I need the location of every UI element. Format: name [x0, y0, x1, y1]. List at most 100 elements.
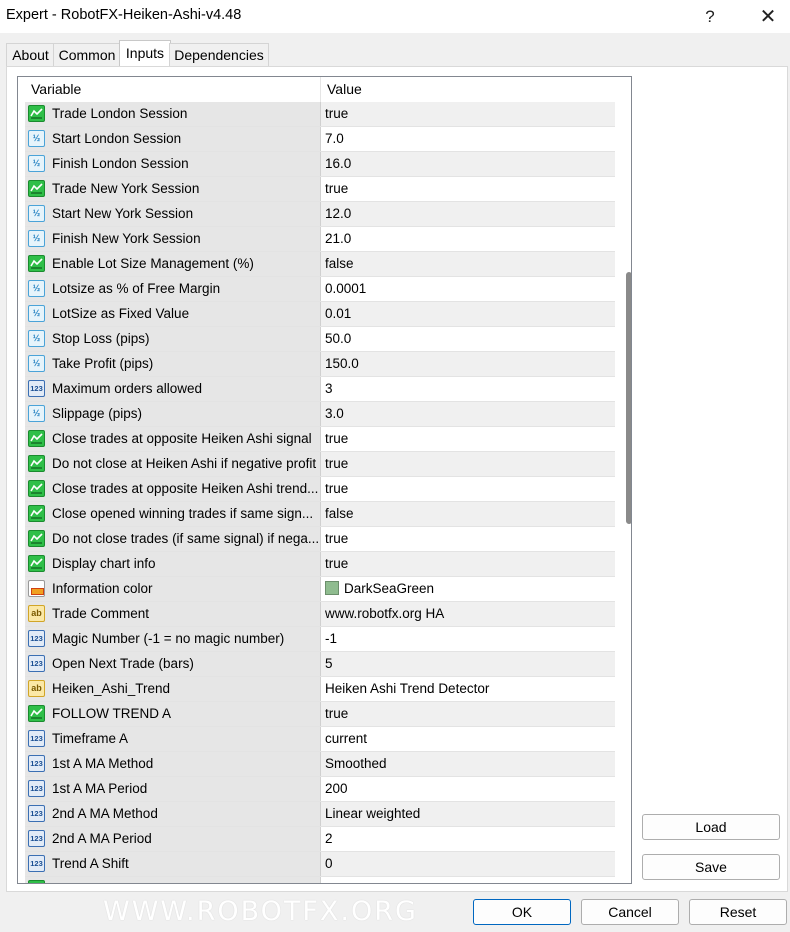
variable-cell[interactable]: Enable Lot Size Management (%): [25, 252, 321, 276]
variable-cell[interactable]: ½ Finish New York Session: [25, 227, 321, 251]
variable-cell[interactable]: [25, 877, 321, 883]
variable-cell[interactable]: ½ Finish London Session: [25, 152, 321, 176]
value-cell[interactable]: Smoothed: [321, 752, 615, 776]
scrollbar-thumb[interactable]: [626, 272, 631, 524]
table-row[interactable]: 123 Magic Number (-1 = no magic number) -1: [25, 627, 615, 652]
table-row[interactable]: Close trades at opposite Heiken Ashi sig…: [25, 427, 615, 452]
cancel-button[interactable]: Cancel: [581, 899, 679, 925]
variable-cell[interactable]: Close trades at opposite Heiken Ashi tre…: [25, 477, 321, 501]
table-row[interactable]: 123 1st A MA Method Smoothed: [25, 752, 615, 777]
value-cell[interactable]: 50.0: [321, 327, 615, 351]
value-cell[interactable]: 3: [321, 377, 615, 401]
table-row[interactable]: FOLLOW TREND A true: [25, 702, 615, 727]
variable-cell[interactable]: Information color: [25, 577, 321, 601]
table-row[interactable]: ½ Finish New York Session 21.0: [25, 227, 615, 252]
save-button[interactable]: Save: [642, 854, 780, 880]
table-row[interactable]: [25, 877, 615, 883]
value-cell[interactable]: true: [321, 702, 615, 726]
table-row[interactable]: Do not close at Heiken Ashi if negative …: [25, 452, 615, 477]
close-button[interactable]: ✕: [746, 0, 790, 33]
variable-cell[interactable]: Close opened winning trades if same sign…: [25, 502, 321, 526]
variable-cell[interactable]: 123 Open Next Trade (bars): [25, 652, 321, 676]
value-cell[interactable]: DarkSeaGreen: [321, 577, 615, 601]
variable-cell[interactable]: Trade London Session: [25, 102, 321, 126]
variable-cell[interactable]: ½ Lotsize as % of Free Margin: [25, 277, 321, 301]
value-cell[interactable]: 7.0: [321, 127, 615, 151]
value-cell[interactable]: Heiken Ashi Trend Detector: [321, 677, 615, 701]
variable-cell[interactable]: Display chart info: [25, 552, 321, 576]
variable-cell[interactable]: ab Heiken_Ashi_Trend: [25, 677, 321, 701]
load-button[interactable]: Load: [642, 814, 780, 840]
tab-inputs[interactable]: Inputs: [119, 40, 171, 68]
value-cell[interactable]: -1: [321, 627, 615, 651]
help-button[interactable]: ?: [688, 0, 732, 33]
table-row[interactable]: ½ Start London Session 7.0: [25, 127, 615, 152]
value-cell[interactable]: 5: [321, 652, 615, 676]
variable-cell[interactable]: 123 2nd A MA Method: [25, 802, 321, 826]
value-cell[interactable]: 0.0001: [321, 277, 615, 301]
variable-cell[interactable]: 123 Maximum orders allowed: [25, 377, 321, 401]
table-row[interactable]: 123 1st A MA Period 200: [25, 777, 615, 802]
value-cell[interactable]: 21.0: [321, 227, 615, 251]
value-cell[interactable]: true: [321, 177, 615, 201]
table-row[interactable]: ½ Take Profit (pips) 150.0: [25, 352, 615, 377]
value-cell[interactable]: false: [321, 252, 615, 276]
variable-cell[interactable]: Do not close at Heiken Ashi if negative …: [25, 452, 321, 476]
value-cell[interactable]: www.robotfx.org HA: [321, 602, 615, 626]
value-cell[interactable]: 0: [321, 852, 615, 876]
vertical-scrollbar[interactable]: [626, 77, 631, 883]
table-row[interactable]: ½ Slippage (pips) 3.0: [25, 402, 615, 427]
variable-cell[interactable]: Do not close trades (if same signal) if …: [25, 527, 321, 551]
table-row[interactable]: Close trades at opposite Heiken Ashi tre…: [25, 477, 615, 502]
value-cell[interactable]: 16.0: [321, 152, 615, 176]
table-row[interactable]: 123 Timeframe A current: [25, 727, 615, 752]
value-cell[interactable]: current: [321, 727, 615, 751]
table-row[interactable]: 123 2nd A MA Period 2: [25, 827, 615, 852]
value-cell[interactable]: 12.0: [321, 202, 615, 226]
variable-cell[interactable]: 123 1st A MA Period: [25, 777, 321, 801]
value-cell[interactable]: true: [321, 427, 615, 451]
value-cell[interactable]: true: [321, 102, 615, 126]
table-row[interactable]: Enable Lot Size Management (%) false: [25, 252, 615, 277]
value-cell[interactable]: true: [321, 527, 615, 551]
table-row[interactable]: ½ Lotsize as % of Free Margin 0.0001: [25, 277, 615, 302]
variable-cell[interactable]: 123 Timeframe A: [25, 727, 321, 751]
variable-cell[interactable]: FOLLOW TREND A: [25, 702, 321, 726]
variable-cell[interactable]: 123 Magic Number (-1 = no magic number): [25, 627, 321, 651]
variable-cell[interactable]: ½ Start New York Session: [25, 202, 321, 226]
reset-button[interactable]: Reset: [689, 899, 787, 925]
table-row[interactable]: Close opened winning trades if same sign…: [25, 502, 615, 527]
column-header-variable[interactable]: Variable: [25, 77, 321, 102]
variable-cell[interactable]: ½ Stop Loss (pips): [25, 327, 321, 351]
table-row[interactable]: Trade London Session true: [25, 102, 615, 127]
variable-cell[interactable]: ½ Start London Session: [25, 127, 321, 151]
value-cell[interactable]: 200: [321, 777, 615, 801]
table-row[interactable]: Display chart info true: [25, 552, 615, 577]
value-cell[interactable]: true: [321, 477, 615, 501]
ok-button[interactable]: OK: [473, 899, 571, 925]
table-row[interactable]: ab Trade Comment www.robotfx.org HA: [25, 602, 615, 627]
variable-cell[interactable]: Close trades at opposite Heiken Ashi sig…: [25, 427, 321, 451]
table-row[interactable]: Do not close trades (if same signal) if …: [25, 527, 615, 552]
table-row[interactable]: ½ LotSize as Fixed Value 0.01: [25, 302, 615, 327]
table-row[interactable]: 123 2nd A MA Method Linear weighted: [25, 802, 615, 827]
value-cell[interactable]: [321, 877, 615, 883]
variable-cell[interactable]: 123 2nd A MA Period: [25, 827, 321, 851]
value-cell[interactable]: 3.0: [321, 402, 615, 426]
tab-about[interactable]: About: [6, 43, 55, 67]
table-row[interactable]: ½ Start New York Session 12.0: [25, 202, 615, 227]
value-cell[interactable]: 150.0: [321, 352, 615, 376]
table-row[interactable]: 123 Open Next Trade (bars) 5: [25, 652, 615, 677]
variable-cell[interactable]: ½ Take Profit (pips): [25, 352, 321, 376]
variable-cell[interactable]: ½ Slippage (pips): [25, 402, 321, 426]
table-row[interactable]: Information color DarkSeaGreen: [25, 577, 615, 602]
value-cell[interactable]: true: [321, 552, 615, 576]
value-cell[interactable]: false: [321, 502, 615, 526]
table-row[interactable]: ab Heiken_Ashi_Trend Heiken Ashi Trend Det…: [25, 677, 615, 702]
tab-dependencies[interactable]: Dependencies: [169, 43, 269, 67]
value-cell[interactable]: true: [321, 452, 615, 476]
variable-cell[interactable]: Trade New York Session: [25, 177, 321, 201]
table-row[interactable]: ½ Stop Loss (pips) 50.0: [25, 327, 615, 352]
table-row[interactable]: Trade New York Session true: [25, 177, 615, 202]
variable-cell[interactable]: ab Trade Comment: [25, 602, 321, 626]
